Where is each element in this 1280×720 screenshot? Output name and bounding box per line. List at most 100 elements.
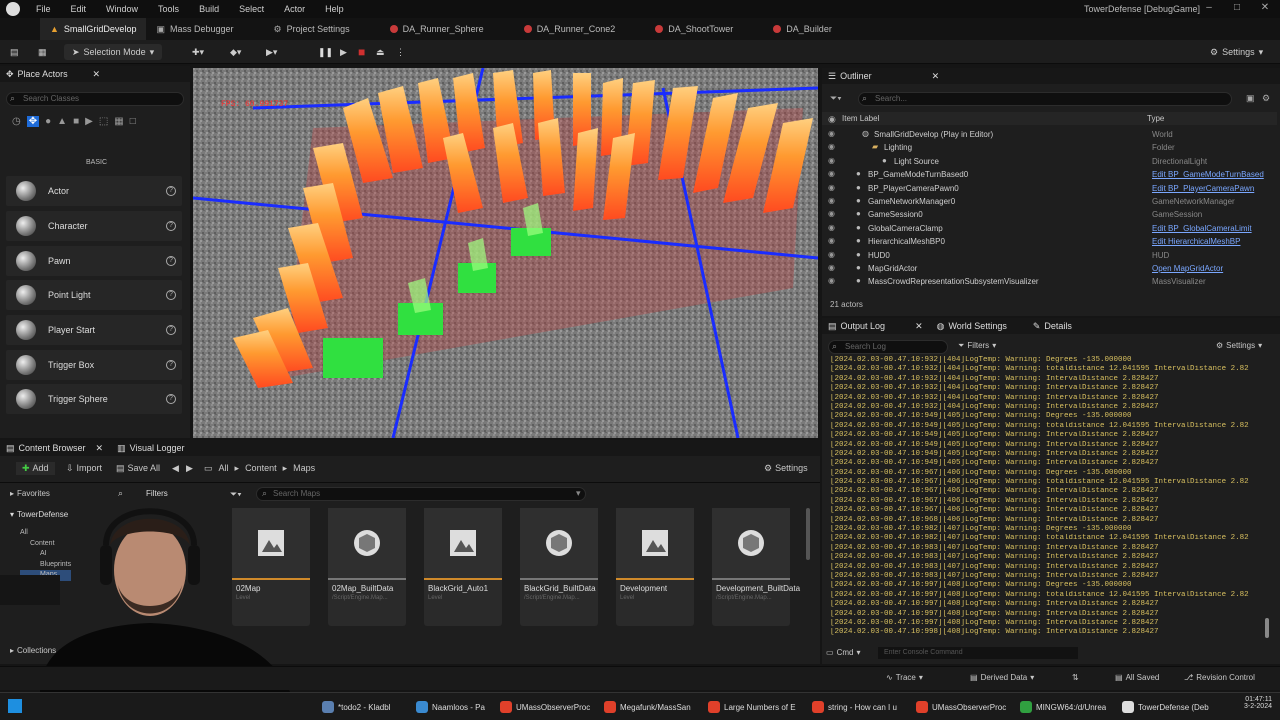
visibility-icon[interactable]: ◉ [828,169,835,178]
visibility-icon[interactable]: ◉ [828,250,835,259]
save-all-button[interactable]: ▤ Save All [116,463,160,474]
tab-smallgriddevelop[interactable]: ▲ SmallGridDevelop [40,18,147,40]
cmd-dropdown[interactable]: ▭ Cmd ▾ [826,648,860,657]
type-link[interactable]: Edit HierarchicalMeshBP [1152,237,1240,246]
asset-tile[interactable]: 02Map_BuiltData/Script/Engine.Map... [328,508,406,626]
breadcrumb-content[interactable]: Content [245,463,277,474]
outliner-row[interactable]: ◉ ● HierarchicalMeshBP0 Edit HierarchicalMe… [822,235,1277,248]
menu-select[interactable]: Select [229,4,274,14]
windows-start-icon[interactable] [8,699,22,713]
breadcrumb-all[interactable]: All [219,463,229,474]
visibility-icon[interactable]: ◉ [828,223,835,232]
column-type[interactable]: Type [1147,114,1164,123]
actor-item-trigger-sphere[interactable]: Trigger Sphere? [6,384,182,414]
cinematic-icon[interactable]: ■ [73,116,79,127]
forward-icon[interactable]: ▶ [186,463,193,474]
eject-icon[interactable]: ⏏ [376,44,385,60]
close-tab-icon[interactable]: ✕ [932,71,940,82]
taskbar-item[interactable]: MINGW64:/d/Unrea [1020,698,1106,716]
visibility-icon[interactable]: ◉ [828,276,835,285]
menu-file[interactable]: File [26,4,61,14]
more-categories-icon[interactable]: □ [130,116,136,127]
help-icon[interactable]: ? [166,186,176,196]
asset-tile[interactable]: Development_BuiltData/Script/Engine.Map.… [712,508,800,626]
filter-icon[interactable]: ⏷▾ [830,93,842,104]
pause-icon[interactable]: ❚❚ [318,44,333,60]
revision-control-button[interactable]: ⎇ Revision Control [1184,673,1255,682]
save-icon[interactable]: ▤ [10,44,19,60]
help-icon[interactable]: ? [166,325,176,335]
asset-tile[interactable]: BlackGrid_Auto1 Level [424,508,502,626]
cinematics-icon[interactable]: ▶▾ [266,44,277,60]
actor-item-pawn[interactable]: Pawn? [6,246,182,276]
help-icon[interactable]: ? [166,256,176,266]
visibility-icon[interactable]: ◉ [828,196,835,205]
outliner-row[interactable]: ◉ ● HUD0 HUD [822,249,1277,262]
search-log-input[interactable]: Search Log [828,340,948,354]
close-icon[interactable]: ✕ [1258,2,1272,16]
add-button[interactable]: ✚ Add [16,462,55,475]
taskbar-item[interactable]: UMassObserverProc [916,698,1006,716]
filters-dropdown[interactable]: ⏷ Filters ▾ [958,341,996,351]
asset-tile[interactable]: BlackGrid_BuiltData/Script/Engine.Map... [520,508,598,626]
visibility-icon[interactable]: ◉ [828,156,835,165]
blueprint-icon[interactable]: ◆▾ [230,44,241,60]
menu-tools[interactable]: Tools [148,4,189,14]
filters-label[interactable]: Filters [146,489,168,498]
import-button[interactable]: ⇩ Import [66,463,102,474]
outliner-row[interactable]: ◉ ● MassCrowdRepresentationSubsystemVisual… [822,275,1277,288]
all-classes-icon[interactable]: ▦ [114,116,123,127]
close-tab-icon[interactable]: ✕ [96,443,104,454]
output-log-tab[interactable]: ▤ Output Log ✕ [828,321,923,332]
actor-item-actor[interactable]: Actor? [6,176,182,206]
gear-icon[interactable]: ⚙ [1262,93,1270,104]
add-folder-icon[interactable]: ▣ [1246,93,1255,104]
browse-icon[interactable]: ▦ [38,44,47,60]
type-link[interactable]: Edit BP_GameModeTurnBased [1152,170,1264,179]
visual-effects-icon[interactable]: ▶ [85,116,93,127]
shapes-icon[interactable]: ▲ [57,116,67,127]
filter-icon[interactable]: ⏷▾ [230,489,242,500]
visibility-icon[interactable]: ◉ [828,209,835,218]
outliner-row[interactable]: ◉ ● BP_PlayerCameraPawn0 Edit BP_PlayerCame… [822,182,1277,195]
menu-build[interactable]: Build [189,4,229,14]
visibility-icon[interactable]: ◉ [828,129,835,138]
tab-da-runner-cone2[interactable]: DA_Runner_Cone2 [514,18,626,40]
trace-button[interactable]: ∿ Trace ▾ [886,673,923,682]
help-icon[interactable]: ? [166,221,176,231]
visibility-icon[interactable]: ◉ [828,236,835,245]
taskbar-item[interactable]: Naamloos - Pa [416,698,485,716]
close-tab-icon[interactable]: ✕ [92,69,100,80]
add-actor-icon[interactable]: ✚▾ [192,44,204,60]
minimize-icon[interactable]: – [1202,2,1216,16]
menu-window[interactable]: Window [96,4,148,14]
search-icon[interactable]: ⌕ [118,488,123,499]
actor-item-player-start[interactable]: Player Start? [6,315,182,345]
assets-scrollbar[interactable] [806,508,810,560]
console-command-input[interactable]: Enter Console Command [878,647,1078,659]
outliner-row[interactable]: ◉ ● GameSession0 GameSession [822,208,1277,221]
derived-data-button[interactable]: ▤ Derived Data ▾ [970,673,1034,682]
tab-da-shoottower[interactable]: DA_ShootTower [645,18,743,40]
stop-icon[interactable]: ■ [358,44,365,60]
actor-item-character[interactable]: Character? [6,211,182,241]
source-icon[interactable]: ⇅ [1072,673,1079,682]
visual-logger-tab[interactable]: ▥ Visual Logger [117,443,184,454]
back-icon[interactable]: ◀ [172,463,179,474]
visibility-icon[interactable]: ◉ [828,263,835,272]
taskbar-item[interactable]: Megafunk/MassSan [604,698,691,716]
outliner-row[interactable]: ◉ ▰ Lighting Folder [822,141,1277,154]
volumes-icon[interactable]: ⬚ [99,116,108,127]
search-classes-input[interactable]: Search Classes [6,92,184,106]
outliner-row[interactable]: ◉ ● GlobalCameraClamp Edit BP_GlobalCameraL… [822,222,1277,235]
chevron-down-icon[interactable]: ▾ [576,488,581,499]
outliner-search-input[interactable]: Search... [858,92,1232,106]
all-saved-button[interactable]: ▤ All Saved [1115,673,1159,682]
taskbar-item[interactable]: UMassObserverProc [500,698,590,716]
help-icon[interactable]: ? [166,360,176,370]
log-scrollbar[interactable] [1265,618,1269,638]
type-link[interactable]: Open MapGridActor [1152,264,1223,273]
asset-tile[interactable]: Development Level [616,508,694,626]
outliner-row[interactable]: ◉ ● MapGridActor Open MapGridActor [822,262,1277,275]
step-icon[interactable]: ▶ [340,44,347,60]
